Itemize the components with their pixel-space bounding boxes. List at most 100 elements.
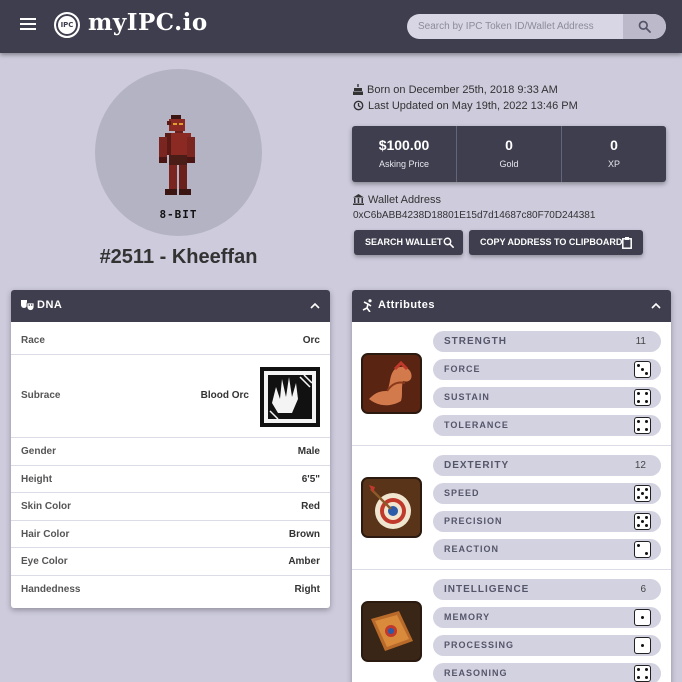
attribute-value: 12 <box>634 460 646 471</box>
dna-row-hair-color: Hair Color Brown <box>11 521 330 548</box>
stat-value: 0 <box>610 137 618 153</box>
dice-pip <box>641 616 644 619</box>
blood-orc-emblem-icon <box>260 367 320 427</box>
dice-pip <box>645 372 648 375</box>
chevron-up-icon[interactable] <box>310 302 320 309</box>
dice-pip <box>645 676 648 679</box>
sub-attribute-name: PRECISION <box>444 516 503 526</box>
dice-pip <box>645 420 648 423</box>
born-info: Born on December 25th, 2018 9:33 AM <box>353 84 558 96</box>
sub-attribute-processing: PROCESSING <box>433 635 661 656</box>
logo-badge[interactable]: IPC <box>54 12 80 38</box>
dna-key: Eye Color <box>21 556 68 567</box>
avatar-tag: 8-BIT <box>159 208 198 221</box>
dice-pip <box>645 552 648 555</box>
sub-attribute-name: PROCESSING <box>444 640 515 650</box>
attribute-dexterity: DEXTERITY 12 <box>433 455 661 476</box>
dice-icon[interactable] <box>634 389 651 406</box>
dna-key: Hair Color <box>21 529 70 540</box>
attribute-name: STRENGTH <box>444 336 507 347</box>
dna-key: Height <box>21 474 53 485</box>
menu-icon[interactable] <box>20 18 36 34</box>
stat-xp: 0 XP <box>562 126 666 182</box>
stat-label: XP <box>607 159 620 169</box>
chevron-up-icon[interactable] <box>651 302 661 309</box>
stat-value: 0 <box>505 137 513 153</box>
dice-icon[interactable] <box>634 609 651 626</box>
dice-pip <box>641 644 644 647</box>
wallet-label: Wallet Address <box>353 194 441 206</box>
history-icon <box>353 100 364 111</box>
logo-text[interactable]: myIPC.io <box>88 9 208 36</box>
dna-value: 6'5" <box>301 474 320 485</box>
stat-label: Asking Price <box>378 159 430 169</box>
dice-icon[interactable] <box>634 361 651 378</box>
dice-pip <box>641 520 644 523</box>
flexed-arm-icon <box>361 353 422 414</box>
dna-row-eye-color: Eye Color Amber <box>11 548 330 576</box>
bank-icon <box>353 194 364 205</box>
wallet-label-text: Wallet Address <box>368 194 441 206</box>
search-icon <box>443 237 454 248</box>
search-input[interactable] <box>407 14 623 39</box>
born-text: Born on December 25th, 2018 9:33 AM <box>367 84 558 96</box>
dice-pip <box>645 428 648 431</box>
search-bar <box>407 14 666 39</box>
dna-row-skin-color: Skin Color Red <box>11 493 330 521</box>
sub-attribute-force: FORCE <box>433 359 661 380</box>
search-wallet-button[interactable]: SEARCH WALLET <box>354 230 463 255</box>
dice-icon[interactable] <box>634 485 651 502</box>
attribute-value: 11 <box>635 336 646 347</box>
dice-icon[interactable] <box>634 665 651 682</box>
dna-key: Race <box>21 335 45 346</box>
running-figure-icon <box>362 299 372 312</box>
sub-attribute-precision: PRECISION <box>433 511 661 532</box>
archery-target-icon <box>361 477 422 538</box>
sub-attribute-reaction: REACTION <box>433 539 661 560</box>
dice-icon[interactable] <box>634 417 651 434</box>
dice-pip <box>637 668 640 671</box>
dice-pip <box>637 364 640 367</box>
dice-icon[interactable] <box>634 637 651 654</box>
dice-icon[interactable] <box>634 513 651 530</box>
attributes-card-header[interactable]: Attributes <box>352 290 671 322</box>
attribute-group-strength: STRENGTH 11 FORCE SUSTAIN TOLERANCE <box>352 322 671 446</box>
dna-card-header[interactable]: DNA <box>11 290 330 322</box>
search-icon <box>638 20 651 33</box>
dna-card: DNA Race Orc Subrace Blood Orc Gender Male… <box>11 290 330 608</box>
dice-pip <box>645 488 648 491</box>
dice-pip <box>637 392 640 395</box>
dice-pip <box>645 496 648 499</box>
dna-row-gender: Gender Male <box>11 438 330 466</box>
updated-text: Last Updated on May 19th, 2022 13:46 PM <box>368 100 578 112</box>
updated-info: Last Updated on May 19th, 2022 13:46 PM <box>353 100 578 112</box>
dna-key: Gender <box>21 446 57 457</box>
dice-pip <box>637 676 640 679</box>
logo-badge-text: IPC <box>60 21 74 29</box>
dna-row-subrace: Subrace Blood Orc <box>11 355 330 438</box>
copy-address-button[interactable]: COPY ADDRESS TO CLIPBOARD <box>469 230 643 255</box>
copy-address-label: COPY ADDRESS TO CLIPBOARD <box>480 237 623 247</box>
dice-pip <box>645 524 648 527</box>
dna-row-height: Height 6'5" <box>11 466 330 493</box>
stats-panel: $100.00 Asking Price 0 Gold 0 XP <box>352 126 666 182</box>
search-button[interactable] <box>623 14 666 39</box>
sub-attribute-name: REASONING <box>444 668 508 678</box>
dice-pip <box>637 516 640 519</box>
sub-attribute-sustain: SUSTAIN <box>433 387 661 408</box>
dice-icon[interactable] <box>634 541 651 558</box>
dna-value: Amber <box>288 556 320 567</box>
stat-label: Gold <box>499 159 519 169</box>
stat-gold: 0 Gold <box>457 126 562 182</box>
attribute-strength: STRENGTH 11 <box>433 331 661 352</box>
orc-sprite <box>159 115 195 195</box>
sub-attribute-name: FORCE <box>444 364 481 374</box>
dice-pip <box>637 428 640 431</box>
attribute-group-dexterity: DEXTERITY 12 SPEED PRECISION REACTION <box>352 446 671 570</box>
attribute-value: 6 <box>640 584 646 595</box>
attributes-card: Attributes STRENGTH 11 FORCE SUSTAIN TOLE… <box>352 290 671 682</box>
dice-pip <box>645 400 648 403</box>
sub-attribute-speed: SPEED <box>433 483 661 504</box>
sub-attribute-name: MEMORY <box>444 612 491 622</box>
sub-attribute-reasoning: REASONING <box>433 663 661 682</box>
